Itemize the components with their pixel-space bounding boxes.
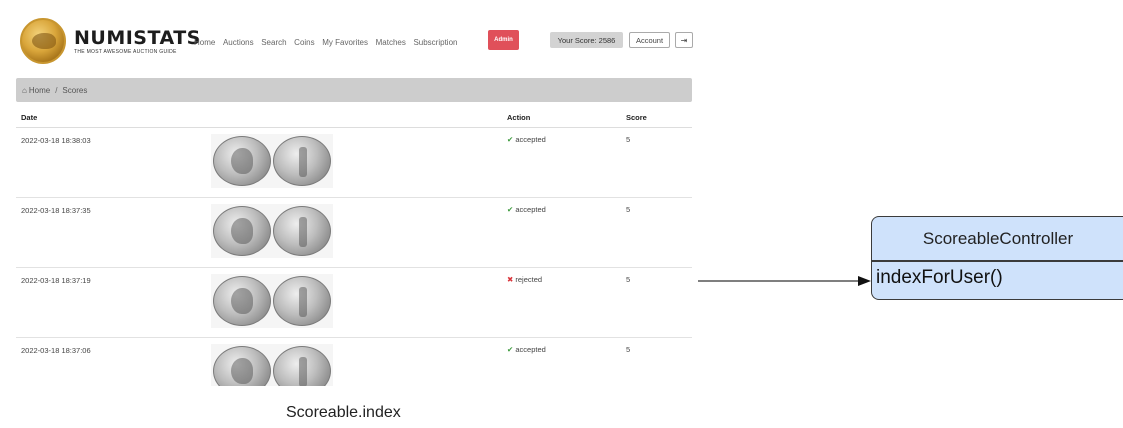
row-action: ✔ accepted: [507, 135, 546, 144]
row-score: 5: [626, 135, 631, 144]
coin-obverse: [213, 206, 271, 256]
table-row: 2022-03-18 18:37:35 ✔ accepted 5: [16, 198, 692, 268]
breadcrumb-separator: /: [55, 85, 58, 95]
class-method: indexForUser(): [876, 267, 1003, 288]
row-action: ✔ accepted: [507, 205, 546, 214]
nav-home[interactable]: Home: [194, 38, 215, 47]
cross-icon: ✖: [507, 275, 514, 284]
coin-obverse: [213, 346, 271, 386]
coin-reverse: [273, 206, 331, 256]
class-divider: [872, 260, 1123, 262]
check-icon: ✔: [507, 135, 514, 144]
row-action: ✔ accepted: [507, 345, 546, 354]
home-icon: ⌂: [22, 85, 27, 95]
admin-button[interactable]: Admin: [488, 30, 519, 50]
row-action-text: accepted: [515, 135, 546, 144]
header-score: Score: [626, 113, 647, 122]
coin-image[interactable]: [211, 204, 333, 258]
row-action-text: accepted: [515, 205, 546, 214]
logo-text: NUMISTATS THE MOST AWESOME AUCTION GUIDE: [74, 28, 201, 55]
breadcrumb-current: Scores: [62, 85, 88, 95]
header-action: Action: [507, 113, 531, 122]
row-action-text: accepted: [515, 345, 546, 354]
check-icon: ✔: [507, 345, 514, 354]
navbar: NUMISTATS THE MOST AWESOME AUCTION GUIDE…: [10, 10, 700, 72]
class-box: ScoreableController indexForUser(): [871, 216, 1123, 300]
scores-table: Date Action Score 2022-03-18 18:38:03 ✔ …: [16, 108, 692, 386]
row-action-text: rejected: [515, 275, 543, 284]
class-name: ScoreableController: [922, 228, 1074, 248]
nav-subscription[interactable]: Subscription: [413, 38, 457, 47]
coin-image[interactable]: [211, 274, 333, 328]
nav-coins[interactable]: Coins: [294, 38, 314, 47]
screenshot-panel: NUMISTATS THE MOST AWESOME AUCTION GUIDE…: [10, 10, 700, 386]
coin-reverse: [273, 346, 331, 386]
nav-matches[interactable]: Matches: [376, 38, 406, 47]
row-date: 2022-03-18 18:37:35: [21, 206, 91, 215]
nav-my-favorites[interactable]: My Favorites: [322, 38, 368, 47]
coin-reverse: [273, 136, 331, 186]
row-score: 5: [626, 345, 631, 354]
row-score: 5: [626, 205, 631, 214]
arrow-head: [858, 276, 871, 286]
breadcrumb: ⌂ Home / Scores: [16, 78, 692, 102]
nav-search[interactable]: Search: [261, 38, 286, 47]
check-icon: ✔: [507, 205, 514, 214]
row-date: 2022-03-18 18:38:03: [21, 136, 91, 145]
logout-button[interactable]: ⇥: [675, 32, 693, 48]
account-button[interactable]: Account: [629, 32, 670, 48]
coin-obverse: [213, 276, 271, 326]
nav-auctions[interactable]: Auctions: [223, 38, 254, 47]
table-row: 2022-03-18 18:37:19 ✖ rejected 5: [16, 268, 692, 338]
coin-reverse: [273, 276, 331, 326]
table-row: 2022-03-18 18:37:06 ✔ accepted 5: [16, 338, 692, 386]
logo[interactable]: NUMISTATS THE MOST AWESOME AUCTION GUIDE: [20, 17, 201, 65]
table-row: 2022-03-18 18:38:03 ✔ accepted 5: [16, 128, 692, 198]
table-header: Date Action Score: [16, 108, 692, 128]
diagram-caption: Scoreable.index: [286, 404, 401, 421]
logo-subtitle: THE MOST AWESOME AUCTION GUIDE: [74, 48, 177, 55]
row-action: ✖ rejected: [507, 275, 542, 284]
breadcrumb-home[interactable]: Home: [29, 86, 50, 95]
row-date: 2022-03-18 18:37:06: [21, 346, 91, 355]
header-date: Date: [21, 113, 38, 122]
coin-obverse: [213, 136, 271, 186]
row-date: 2022-03-18 18:37:19: [21, 276, 91, 285]
score-badge: Your Score: 2586: [550, 32, 623, 48]
sign-out-icon: ⇥: [680, 35, 688, 45]
row-score: 5: [626, 275, 631, 284]
coin-image[interactable]: [211, 134, 333, 188]
main-nav: Home Auctions Search Coins My Favorites …: [194, 38, 465, 47]
logo-coin-icon: [20, 18, 66, 64]
coin-image[interactable]: [211, 344, 333, 386]
logo-title: NUMISTATS: [74, 26, 201, 49]
